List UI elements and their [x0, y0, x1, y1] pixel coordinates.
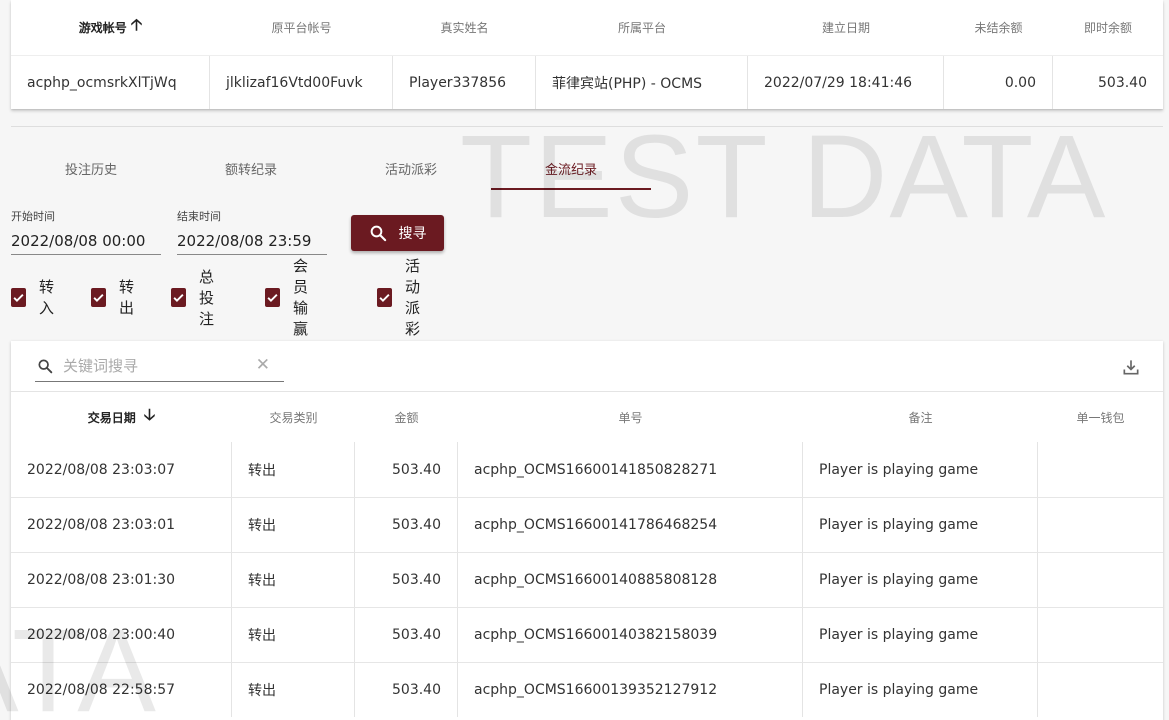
cell-remark: Player is playing game — [803, 498, 1038, 552]
cell-single-wallet — [1038, 498, 1163, 552]
arrow-up-icon[interactable]: 🡡 — [131, 14, 143, 41]
check-icon[interactable] — [265, 287, 280, 307]
section-divider — [11, 126, 1163, 127]
records-table-header: 交易日期 🡣 交易类别 金额 单号 备注 单一钱包 — [11, 392, 1163, 442]
account-header-original-account[interactable]: 原平台帐号 — [210, 0, 393, 55]
account-cell-platform: 菲律宾站(PHP) - OCMS — [536, 56, 748, 109]
cell-order-number: acphp_OCMS16600140885808128 — [458, 553, 803, 607]
table-row[interactable]: 2022/08/08 22:58:57 转出 503.40 acphp_OCMS… — [11, 662, 1163, 717]
cell-transaction-date: 2022/08/08 23:01:30 — [11, 553, 232, 607]
checkbox-total-bet[interactable]: 总投注 — [171, 268, 218, 328]
cell-amount: 503.40 — [355, 663, 458, 717]
account-header-created-date[interactable]: 建立日期 — [748, 0, 944, 55]
column-header-remark[interactable]: 备注 — [803, 392, 1038, 442]
account-summary-card: 游戏帐号 🡡 原平台帐号 真实姓名 所属平台 建立日期 未结余额 即时余额 ac… — [11, 0, 1163, 109]
account-header-game-account[interactable]: 游戏帐号 🡡 — [11, 0, 210, 55]
cell-amount: 503.40 — [355, 553, 458, 607]
column-header-transaction-type[interactable]: 交易类别 — [232, 392, 355, 442]
check-icon[interactable] — [171, 287, 186, 307]
account-cell-current-balance: 503.40 — [1098, 74, 1147, 91]
cell-transaction-date: 2022/08/08 23:03:01 — [11, 498, 232, 552]
cell-transaction-date: 2022/08/08 22:58:57 — [11, 663, 232, 717]
records-table-body: 2022/08/08 23:03:07 转出 503.40 acphp_OCMS… — [11, 442, 1163, 717]
checkbox-label: 转入 — [39, 278, 55, 317]
checkbox-label: 活动派彩 — [405, 257, 421, 338]
checkbox-transfer-in[interactable]: 转入 — [11, 278, 58, 317]
records-toolbar: ✕ — [11, 341, 1163, 392]
account-cell-game-account: acphp_ocmsrkXlTjWq — [11, 56, 210, 109]
account-header-real-name[interactable]: 真实姓名 — [393, 0, 536, 55]
account-cell-original-account: jlklizaf16Vtd00Fuvk — [210, 56, 393, 109]
cell-amount: 503.40 — [355, 498, 458, 552]
account-header-current-balance[interactable]: 即时余额 — [1053, 0, 1163, 55]
table-row[interactable]: 2022/08/08 23:03:01 转出 503.40 acphp_OCMS… — [11, 497, 1163, 552]
keyword-search-input[interactable] — [63, 355, 243, 377]
cashflow-records-card: ✕ 交易日期 🡣 交易类别 金额 单号 备注 单一钱包 2022/08/08 2… — [11, 341, 1163, 720]
checkbox-member-win-loss[interactable]: 会员输赢 — [265, 257, 312, 338]
cell-order-number: acphp_OCMS16600139352127912 — [458, 663, 803, 717]
account-cell-real-name: Player337856 — [393, 56, 536, 109]
cell-amount: 503.40 — [355, 442, 458, 497]
search-button-label: 搜寻 — [398, 226, 427, 242]
account-cell-unsettled-balance: 0.00 — [944, 56, 1053, 109]
cell-transaction-type: 转出 — [232, 663, 355, 717]
arrow-down-icon[interactable]: 🡣 — [144, 404, 156, 431]
cell-remark: Player is playing game — [803, 663, 1038, 717]
account-row: acphp_ocmsrkXlTjWq jlklizaf16Vtd00Fuvk P… — [11, 55, 1163, 109]
checkbox-transfer-out[interactable]: 转出 — [91, 278, 138, 317]
close-icon[interactable]: ✕ — [256, 357, 270, 374]
checkbox-label: 会员输赢 — [293, 257, 309, 338]
cell-transaction-type: 转出 — [232, 442, 355, 497]
table-row[interactable]: 2022/08/08 23:03:07 转出 503.40 acphp_OCMS… — [11, 442, 1163, 497]
start-time-input[interactable]: 2022/08/08 00:00 — [11, 230, 161, 255]
cell-remark: Player is playing game — [803, 608, 1038, 662]
cell-single-wallet — [1038, 553, 1163, 607]
cell-order-number: acphp_OCMS16600141850828271 — [458, 442, 803, 497]
column-header-amount[interactable]: 金额 — [355, 392, 458, 442]
cell-single-wallet — [1038, 608, 1163, 662]
cell-amount: 503.40 — [355, 608, 458, 662]
checkbox-promotion-payout[interactable]: 活动派彩 — [377, 257, 424, 338]
keyword-search-field[interactable]: ✕ — [35, 353, 284, 382]
checkbox-label: 转出 — [119, 278, 135, 317]
tab-bet-history[interactable]: 投注历史 — [11, 146, 171, 190]
column-header-order-number[interactable]: 单号 — [458, 392, 803, 442]
check-icon[interactable] — [377, 287, 392, 307]
tab-cashflow-records[interactable]: 金流纪录 — [491, 146, 651, 190]
start-time-label: 开始时间 — [11, 210, 55, 223]
column-header-single-wallet[interactable]: 单一钱包 — [1038, 392, 1163, 442]
cell-transaction-type: 转出 — [232, 608, 355, 662]
start-time-field[interactable]: 开始时间 2022/08/08 00:00 — [11, 208, 161, 255]
account-cell-created-date: 2022/07/29 18:41:46 — [748, 56, 944, 109]
end-time-input[interactable]: 2022/08/08 23:59 — [177, 230, 327, 255]
cell-order-number: acphp_OCMS16600140382158039 — [458, 608, 803, 662]
check-icon[interactable] — [11, 287, 26, 307]
check-icon[interactable] — [91, 287, 106, 307]
checkbox-label: 总投注 — [199, 267, 215, 328]
end-time-label: 结束时间 — [177, 210, 221, 223]
cell-single-wallet — [1038, 442, 1163, 497]
account-header-platform[interactable]: 所属平台 — [536, 0, 748, 55]
end-time-field[interactable]: 结束时间 2022/08/08 23:59 — [177, 208, 327, 255]
tab-transfer-records[interactable]: 额转纪录 — [171, 146, 331, 190]
column-header-transaction-date[interactable]: 交易日期 🡣 — [11, 392, 232, 442]
download-icon[interactable] — [1121, 357, 1141, 377]
cell-single-wallet — [1038, 663, 1163, 717]
table-row[interactable]: 2022/08/08 23:00:40 转出 503.40 acphp_OCMS… — [11, 607, 1163, 662]
table-row[interactable]: 2022/08/08 23:01:30 转出 503.40 acphp_OCMS… — [11, 552, 1163, 607]
cell-transaction-date: 2022/08/08 23:03:07 — [11, 442, 232, 497]
cell-transaction-date: 2022/08/08 23:00:40 — [11, 608, 232, 662]
account-table-header: 游戏帐号 🡡 原平台帐号 真实姓名 所属平台 建立日期 未结余额 即时余额 — [11, 0, 1163, 55]
search-icon — [370, 225, 386, 242]
search-icon — [38, 359, 53, 374]
cell-order-number: acphp_OCMS16600141786468254 — [458, 498, 803, 552]
account-header-unsettled-balance[interactable]: 未结余额 — [944, 0, 1053, 55]
cell-transaction-type: 转出 — [232, 553, 355, 607]
tab-promotion-payout[interactable]: 活动派彩 — [331, 146, 491, 190]
cell-transaction-type: 转出 — [232, 498, 355, 552]
cell-remark: Player is playing game — [803, 442, 1038, 497]
search-button[interactable]: 搜寻 — [351, 215, 444, 251]
cell-remark: Player is playing game — [803, 553, 1038, 607]
